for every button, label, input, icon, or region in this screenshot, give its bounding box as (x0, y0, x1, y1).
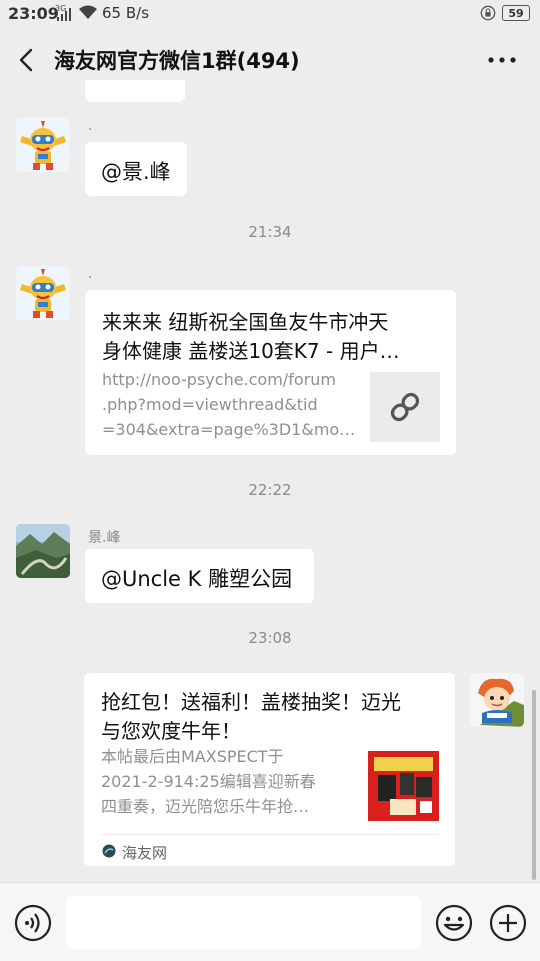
article-thumbnail (368, 751, 439, 821)
network-speed: 65 B/s (102, 4, 150, 22)
chat-title: 海友网官方微信1群(494) (54, 49, 300, 73)
article-desc-line: 本帖最后由MAXSPECT于 (101, 747, 284, 766)
previous-message-bubble[interactable] (85, 80, 185, 102)
article-card[interactable]: 抢红包！送福利！盖楼抽奖！迈光 与您欢度牛年！ 本帖最后由MAXSPECT于 2… (84, 673, 455, 866)
cartoon-avatar-icon (470, 673, 524, 727)
link-card-title-line: 身体健康 盖楼送10套K7 - 用户… (102, 339, 400, 363)
avatar[interactable] (16, 118, 70, 172)
article-card-desc: 本帖最后由MAXSPECT于 2021-2-914:25编辑喜迎新春 四重奏，迈… (101, 744, 359, 819)
status-time: 23:09 (8, 4, 59, 23)
sender-name: . (88, 118, 93, 134)
status-bar: 23:09 3G 65 B/s 59 (0, 0, 540, 28)
article-desc-line: 2021-2-914:25编辑喜迎新春 (101, 772, 316, 791)
input-bar (0, 882, 540, 961)
add-more-icon[interactable] (489, 904, 527, 942)
more-options-icon[interactable] (486, 52, 518, 68)
promo-image (368, 751, 439, 821)
article-desc-line: 四重奏，迈光陪您乐牛年抢… (101, 797, 310, 816)
link-card-title: 来来来 纽斯祝全国鱼友牛市冲天 身体健康 盖楼送10套K7 - 用户… (102, 308, 442, 366)
article-card-title: 抢红包！送福利！盖楼抽奖！迈光 与您欢度牛年！ (101, 688, 446, 746)
link-card-url-line: .php?mod=viewthread&tid (102, 395, 318, 414)
message-bubble[interactable]: @Uncle K 雕塑公园 (85, 549, 314, 603)
timestamp: 23:08 (248, 629, 292, 647)
avatar[interactable] (16, 266, 70, 320)
robot-avatar-icon (16, 266, 70, 320)
message-input[interactable] (66, 896, 421, 949)
source-logo-icon (102, 844, 116, 858)
article-title-line: 与您欢度牛年！ (101, 719, 241, 743)
sender-name: . (88, 266, 93, 282)
landscape-avatar-icon (16, 524, 70, 578)
message-bubble[interactable]: @景.峰 (85, 142, 187, 196)
rotation-lock-icon (480, 5, 496, 21)
avatar[interactable] (16, 524, 70, 578)
timestamp: 21:34 (248, 223, 292, 241)
source-name: 海友网 (122, 844, 168, 862)
link-card-url-line: http://noo-psyche.com/forum (102, 370, 336, 389)
message-text: @景.峰 (101, 160, 171, 184)
scrollbar[interactable] (532, 690, 536, 880)
link-thumbnail (370, 372, 440, 442)
link-card-url: http://noo-psyche.com/forum .php?mod=vie… (102, 367, 360, 442)
divider (101, 834, 439, 835)
timestamp: 22:22 (248, 481, 292, 499)
link-card-url-line: =304&extra=page%3D1&mo… (102, 420, 356, 439)
sender-name: 景.峰 (88, 530, 121, 546)
emoji-icon[interactable] (435, 904, 473, 942)
wifi-icon (79, 5, 97, 19)
battery-level: 59 (502, 5, 530, 21)
chat-header: 海友网官方微信1群(494) (0, 28, 540, 92)
voice-input-icon[interactable] (14, 904, 52, 942)
link-icon (390, 392, 420, 422)
my-avatar[interactable] (470, 673, 524, 727)
link-card[interactable]: 来来来 纽斯祝全国鱼友牛市冲天 身体健康 盖楼送10套K7 - 用户… http… (85, 290, 456, 455)
message-text: @Uncle K 雕塑公园 (101, 567, 293, 591)
article-title-line: 抢红包！送福利！盖楼抽奖！迈光 (101, 690, 401, 714)
robot-avatar-icon (16, 118, 70, 172)
back-arrow-icon[interactable] (14, 46, 40, 74)
link-card-title-line: 来来来 纽斯祝全国鱼友牛市冲天 (102, 310, 389, 334)
